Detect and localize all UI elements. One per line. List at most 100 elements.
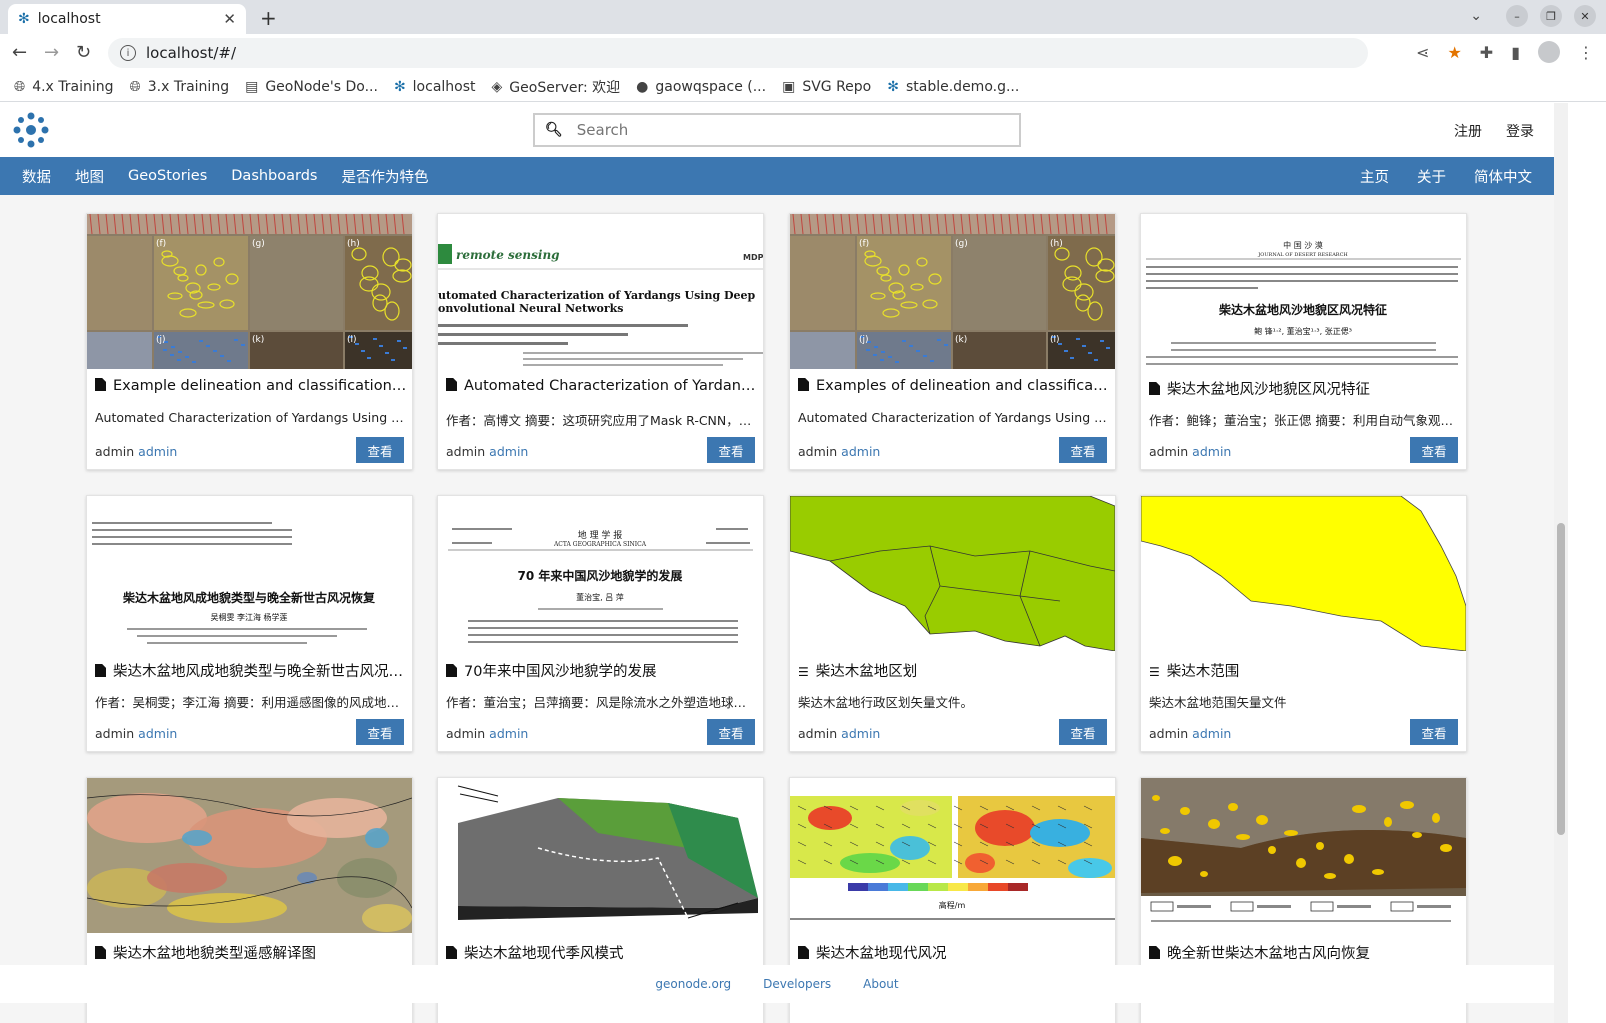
card-thumbnail[interactable]: [87, 778, 412, 933]
card-thumbnail[interactable]: [1141, 778, 1466, 933]
view-button[interactable]: 查看: [707, 437, 755, 463]
card-title[interactable]: 晚全新世柴达木盆地古风向恢复: [1149, 942, 1461, 963]
minimize-icon[interactable]: –: [1506, 5, 1528, 27]
forward-icon[interactable]: →: [44, 42, 59, 63]
card-thumbnail[interactable]: 中 国 沙 漠 JOURNAL OF DESERT RESEARCH 柴达木盆地风沙…: [1141, 214, 1466, 369]
card-title[interactable]: Automated Characterization of Yardangs .…: [446, 378, 758, 394]
register-link[interactable]: 注册: [1454, 121, 1482, 141]
menu-item[interactable]: 是否作为特色: [342, 166, 429, 187]
bookmark-item[interactable]: 🌐︎ 3.x Training: [130, 79, 230, 95]
resource-card[interactable]: (f) (g) (h) (j) (k) (l) Examples of delineatio…: [789, 213, 1116, 470]
bookmark-star-icon[interactable]: ★: [1447, 43, 1461, 62]
new-tab-icon[interactable]: +: [260, 6, 277, 30]
reload-icon[interactable]: ↻: [76, 42, 91, 63]
resource-card[interactable]: (f) (g) (h) (j) (k) (l) Example delineation an…: [86, 213, 413, 470]
card-title[interactable]: Examples of delineation and classificati…: [798, 378, 1110, 394]
view-button[interactable]: 查看: [356, 719, 404, 745]
card-thumbnail[interactable]: (f) (g) (h) (j) (k) (l): [790, 214, 1115, 369]
bookmark-item[interactable]: ✻ stable.demo.g...: [887, 79, 1019, 95]
owner-link[interactable]: admin: [841, 726, 880, 741]
card-title[interactable]: Example delineation and classification r…: [95, 378, 407, 394]
menu-item-right[interactable]: 简体中文: [1474, 166, 1532, 187]
owner-link[interactable]: admin: [489, 726, 528, 741]
bookmark-item[interactable]: ▣ SVG Repo: [782, 79, 871, 95]
card-thumbnail[interactable]: [1141, 496, 1466, 651]
search-icon: 🔍︎: [545, 122, 563, 138]
card-thumbnail[interactable]: 地 理 学 报 ACTA GEOGRAPHICA SINICA 70 年来中国风沙地…: [438, 496, 763, 651]
card-thumbnail[interactable]: (f) (g) (h) (j) (k) (l): [87, 214, 412, 369]
tab-close-icon[interactable]: ✕: [223, 10, 236, 28]
owner-link[interactable]: admin: [841, 444, 880, 459]
bookmark-item[interactable]: ● gaowqspace (...: [636, 79, 766, 95]
site-info-icon[interactable]: i: [120, 45, 136, 61]
avatar: admin: [95, 444, 135, 459]
card-title[interactable]: ☰ 柴达木范围: [1149, 660, 1461, 681]
card-thumbnail[interactable]: 柴达木盆地风成地貌类型与晚全新世古风况恢复 吴桐雯 李江海 杨学莲: [87, 496, 412, 651]
svg-text:(k): (k): [252, 335, 264, 345]
extensions-icon[interactable]: ✚: [1480, 43, 1493, 62]
card-title[interactable]: 柴达木盆地地貌类型遥感解译图: [95, 942, 407, 963]
footer-link[interactable]: About: [863, 977, 898, 991]
menu-item[interactable]: 数据: [22, 166, 51, 187]
owner-link[interactable]: admin: [138, 726, 177, 741]
card-thumbnail[interactable]: [438, 778, 763, 933]
login-link[interactable]: 登录: [1506, 121, 1534, 141]
search-input[interactable]: [576, 121, 977, 139]
card-title[interactable]: 柴达木盆地风沙地貌区风况特征: [1149, 378, 1461, 399]
bookmark-item[interactable]: ✻ localhost: [394, 79, 476, 95]
menu-item[interactable]: 地图: [75, 166, 104, 187]
page-viewport: 🔍︎ 注册 登录 数据 地图 GeoStories Dashboards 是否作为特色 主…: [0, 103, 1554, 1023]
svg-text:(g): (g): [252, 239, 265, 249]
card-thumbnail[interactable]: remote sensing MDPI utomated Characterizat…: [438, 214, 763, 369]
bookmark-item[interactable]: 🌐︎ 4.x Training: [14, 79, 114, 95]
menu-item[interactable]: Dashboards: [231, 168, 317, 184]
resource-card[interactable]: remote sensing MDPI utomated Characterizat…: [437, 213, 764, 470]
bookmark-item[interactable]: ◈ GeoServer: 欢迎: [492, 77, 621, 97]
view-button[interactable]: 查看: [356, 437, 404, 463]
share-icon[interactable]: ⋖: [1416, 43, 1429, 62]
view-button[interactable]: 查看: [1059, 437, 1107, 463]
owner-link[interactable]: admin: [1192, 726, 1231, 741]
close-window-icon[interactable]: ✕: [1574, 5, 1596, 27]
resource-card[interactable]: 中 国 沙 漠 JOURNAL OF DESERT RESEARCH 柴达木盆地风沙…: [1140, 213, 1467, 470]
card-footer: admin admin: [446, 726, 528, 741]
side-panel-icon[interactable]: ▮: [1511, 43, 1520, 62]
tab-search-chevron-icon[interactable]: ⌄: [1470, 8, 1482, 24]
view-button[interactable]: 查看: [1059, 719, 1107, 745]
geonode-logo-icon[interactable]: [12, 111, 50, 149]
menu-item-right[interactable]: 关于: [1417, 166, 1446, 187]
card-thumbnail[interactable]: [790, 496, 1115, 651]
resource-card[interactable]: 地 理 学 报 ACTA GEOGRAPHICA SINICA 70 年来中国风沙地…: [437, 495, 764, 752]
card-title[interactable]: ☰ 柴达木盆地区划: [798, 660, 1110, 681]
search-box[interactable]: 🔍︎: [533, 113, 1021, 147]
browser-menu-icon[interactable]: ⋮: [1578, 43, 1594, 62]
page-scrollbar[interactable]: [1554, 103, 1568, 1023]
view-button[interactable]: 查看: [707, 719, 755, 745]
card-title[interactable]: 柴达木盆地风成地貌类型与晚全新世古风况恢复: [95, 660, 407, 681]
card-thumbnail[interactable]: 高程/m: [790, 778, 1115, 933]
owner-link[interactable]: admin: [489, 444, 528, 459]
view-button[interactable]: 查看: [1410, 719, 1458, 745]
card-title[interactable]: 柴达木盆地现代季风模式: [446, 942, 758, 963]
bookmark-item[interactable]: ▤ GeoNode's Do...: [245, 79, 378, 95]
menu-item[interactable]: GeoStories: [128, 168, 207, 184]
resource-card[interactable]: 柴达木盆地风成地貌类型与晚全新世古风况恢复 吴桐雯 李江海 杨学莲柴达木盆地风成地…: [86, 495, 413, 752]
view-button[interactable]: 查看: [1410, 437, 1458, 463]
svg-text:onvolutional Neural Networks: onvolutional Neural Networks: [438, 302, 624, 315]
owner-link[interactable]: admin: [1192, 444, 1231, 459]
back-icon[interactable]: ←: [12, 42, 27, 63]
owner-link[interactable]: admin: [138, 444, 177, 459]
url-field[interactable]: i localhost/#/: [108, 38, 1368, 68]
footer-link[interactable]: Developers: [763, 977, 831, 991]
card-title[interactable]: 70年来中国风沙地貌学的发展: [446, 660, 758, 681]
card-title[interactable]: 柴达木盆地现代风况: [798, 942, 1110, 963]
scrollbar-thumb[interactable]: [1557, 523, 1565, 835]
footer-link[interactable]: geonode.org: [655, 977, 731, 991]
browser-tab[interactable]: ✻ localhost ✕: [8, 4, 246, 34]
card-abstract: 作者：吴桐雯；李江海 摘要：利用遥感图像的风成地貌形...: [95, 695, 407, 710]
resource-card[interactable]: ☰ 柴达木盆地区划 柴达木盆地行政区划矢量文件。 admin admin 查看: [789, 495, 1116, 752]
profile-avatar[interactable]: [1538, 41, 1560, 63]
resource-card[interactable]: ☰ 柴达木范围 柴达木盆地范围矢量文件 admin admin 查看: [1140, 495, 1467, 752]
restore-icon[interactable]: ❐: [1540, 5, 1562, 27]
menu-item-right[interactable]: 主页: [1360, 166, 1389, 187]
